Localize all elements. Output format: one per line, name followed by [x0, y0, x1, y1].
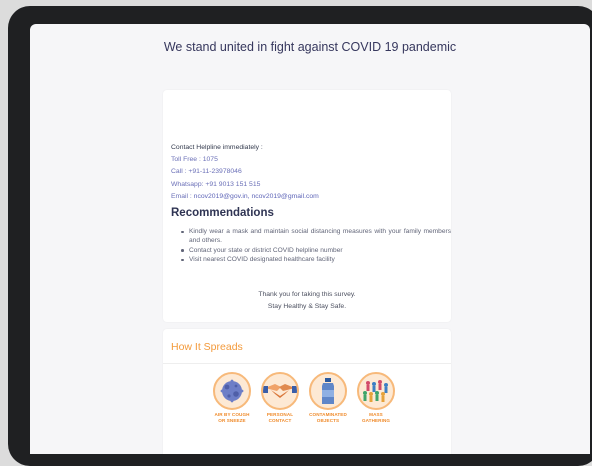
- spread-item-gathering: MASS GATHERING: [355, 372, 397, 423]
- contact-heading: Contact Helpline immediately :: [171, 144, 263, 151]
- helpline-card: Contact Helpline immediately : Toll Free…: [163, 90, 451, 322]
- spread-label: MASS GATHERING: [361, 412, 391, 423]
- divider: [163, 363, 451, 364]
- spread-label: CONTAMINATED OBJECTS: [309, 412, 347, 423]
- handshake-icon: [261, 372, 299, 410]
- list-item: Visit nearest COVID designated healthcar…: [181, 255, 451, 264]
- recommendations-list: Kindly wear a mask and maintain social d…: [181, 227, 451, 265]
- spread-icons: AIR BY COUGH OR SNEEZE PERSONAL CONTACT: [211, 372, 411, 442]
- toll-free-line: Toll Free : 1075: [171, 156, 218, 164]
- bottle-icon: [309, 372, 347, 410]
- recommendations-title: Recommendations: [171, 207, 274, 219]
- thanks-block: Thank you for taking this survey. Stay H…: [163, 289, 451, 312]
- email-link[interactable]: ncov2019@gov.in, ncov2019@gmail.com: [194, 193, 319, 200]
- thanks-line: Thank you for taking this survey.: [258, 291, 356, 298]
- email-line: Email : ncov2019@gov.in, ncov2019@gmail.…: [171, 191, 319, 203]
- spread-label: PERSONAL CONTACT: [266, 412, 294, 423]
- section-title: How It Spreads: [171, 341, 243, 353]
- spread-item-contact: PERSONAL CONTACT: [259, 372, 301, 423]
- spread-label: AIR BY COUGH OR SNEEZE: [214, 412, 250, 423]
- whatsapp-line: Whatsapp: +91 9013 151 515: [171, 180, 261, 188]
- tablet-frame: We stand united in fight against COVID 1…: [8, 6, 592, 466]
- virus-icon: [213, 372, 251, 410]
- list-item: Contact your state or district COVID hel…: [181, 246, 451, 255]
- crowd-icon: [357, 372, 395, 410]
- stay-safe-line: Stay Healthy & Stay Safe.: [267, 302, 347, 310]
- page-headline: We stand united in fight against COVID 1…: [163, 40, 457, 54]
- spread-item-air: AIR BY COUGH OR SNEEZE: [211, 372, 253, 423]
- email-label: Email :: [171, 192, 192, 200]
- call-line: Call : +91-11-23978046: [171, 168, 242, 176]
- how-it-spreads-card: How It Spreads AIR BY COUGH OR SNEEZE PE…: [163, 329, 451, 454]
- contact-block: Contact Helpline immediately : Toll Free…: [171, 142, 319, 203]
- spread-item-objects: CONTAMINATED OBJECTS: [307, 372, 349, 423]
- screen: We stand united in fight against COVID 1…: [30, 24, 590, 454]
- list-item: Kindly wear a mask and maintain social d…: [181, 228, 451, 245]
